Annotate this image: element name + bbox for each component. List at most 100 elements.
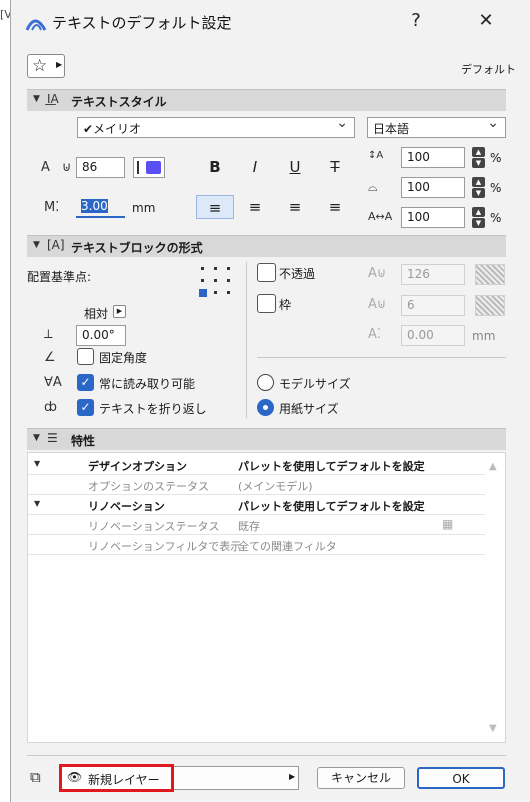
readable-icon: ∀A — [44, 375, 62, 390]
section-title: テキストブロックの形式 — [71, 241, 203, 255]
paper-size-label: 用紙サイズ — [279, 402, 339, 416]
width-factor-input[interactable]: 3.00 — [76, 197, 125, 218]
section-text-style[interactable]: ▼ I͟A テキストスタイル — [27, 89, 506, 111]
frame-pen-input: 6 — [401, 295, 465, 316]
strikethrough-button[interactable]: T — [316, 155, 354, 179]
text-size-input[interactable]: 86 — [76, 157, 125, 178]
table-row[interactable]: ▼ リノベーション パレットを使用してデフォルトを設定 — [28, 495, 485, 515]
width-factor-icon: M⁚ — [44, 200, 60, 215]
angle-input[interactable]: 0.00° — [76, 325, 126, 346]
anchor-point-grid[interactable] — [198, 264, 234, 298]
section-title: テキストスタイル — [71, 95, 167, 109]
unit-percent: % — [490, 151, 502, 165]
text-block-icon: [A] — [47, 238, 65, 252]
wrap-icon: ȸ — [44, 400, 57, 415]
ok-button[interactable]: OK — [417, 767, 505, 789]
always-readable-checkbox[interactable]: ✓ — [77, 374, 94, 391]
frame-offset-icon: A⁚ — [368, 327, 382, 342]
letter-spacing-input[interactable]: 100 — [401, 207, 465, 228]
opaque-checkbox[interactable] — [257, 263, 276, 282]
collapse-triangle-icon[interactable]: ▼ — [34, 459, 40, 468]
default-label: デフォルト — [461, 63, 516, 76]
close-button[interactable]: ✕ — [471, 10, 501, 34]
section-text-block[interactable]: ▼ [A] テキストブロックの形式 — [27, 235, 506, 257]
chevron-right-icon: ▶ — [289, 772, 296, 781]
star-icon: ☆ — [32, 56, 48, 76]
relative-label: 相対 — [84, 307, 109, 321]
help-button[interactable]: ? — [401, 10, 431, 34]
scroll-down-icon[interactable]: ▼ — [489, 723, 497, 734]
wrap-text-checkbox[interactable]: ✓ — [77, 399, 94, 416]
text-style-icon: I͟A — [47, 92, 59, 106]
title-bar: テキストのデフォルト設定 ? ✕ — [11, 0, 530, 44]
fill-pattern-swatch — [475, 264, 505, 285]
width-unit: mm — [132, 201, 156, 215]
paper-size-radio[interactable] — [257, 399, 274, 416]
align-left-button[interactable]: ≡ — [196, 195, 234, 219]
angle-icon: ⟂ — [44, 327, 53, 342]
always-readable-label: 常に読み取り可能 — [99, 377, 196, 391]
font-select[interactable]: ✔メイリオ — [77, 115, 355, 138]
collapse-triangle-icon: ▼ — [33, 94, 40, 104]
fixed-angle-label: 固定角度 — [99, 351, 148, 365]
letter-spacing-icon: A↔A — [368, 210, 393, 223]
bold-button[interactable]: B — [196, 155, 234, 179]
footer-divider — [27, 755, 506, 756]
collapse-triangle-icon: ▼ — [33, 240, 40, 250]
language-select[interactable]: 日本語 — [367, 115, 506, 138]
align-right-button[interactable]: ≡ — [276, 195, 314, 219]
properties-table: ▼ デザインオプション パレットを使用してデフォルトを設定 オプションのステータ… — [27, 452, 506, 743]
table-row[interactable]: ▼ デザインオプション パレットを使用してデフォルトを設定 — [28, 455, 485, 475]
unit-percent: % — [490, 181, 502, 195]
dialog-title: テキストのデフォルト設定 — [52, 14, 232, 32]
relative-toggle-button[interactable]: ▶ — [113, 305, 126, 318]
model-size-radio[interactable] — [257, 374, 274, 391]
underline-button[interactable]: U — [276, 155, 314, 179]
table-row[interactable]: リノベーションステータス 既存 ▦ — [28, 515, 485, 535]
line-spacing-input[interactable]: 100 — [401, 147, 465, 168]
scroll-up-icon[interactable]: ▲ — [489, 461, 497, 472]
horizontal-divider — [257, 357, 506, 358]
model-size-label: モデルサイズ — [279, 377, 351, 391]
slant-input[interactable]: 100 — [401, 177, 465, 198]
vertical-divider — [246, 262, 247, 418]
color-swatch — [146, 161, 161, 174]
line-spacing-icon: ↕A — [368, 150, 384, 161]
slant-stepper[interactable]: ▲ ▼ — [472, 177, 485, 198]
frame-checkbox[interactable] — [257, 294, 276, 313]
offset-unit: mm — [472, 329, 496, 343]
color-picker[interactable] — [133, 157, 165, 178]
fill-pen-icon: A⊍ — [368, 266, 387, 281]
frame-pen-icon: A⊍ — [368, 297, 387, 312]
frame-label: 枠 — [279, 298, 292, 312]
section-properties[interactable]: ▼ ☰ 特性 — [27, 428, 506, 450]
anchor-label: 配置基準点: — [27, 270, 92, 284]
section-title: 特性 — [71, 434, 96, 448]
cancel-button[interactable]: キャンセル — [317, 767, 405, 789]
fixed-angle-checkbox[interactable] — [77, 348, 94, 365]
collapse-triangle-icon[interactable]: ▼ — [34, 499, 40, 508]
properties-icon: ☰ — [47, 431, 58, 445]
wrap-text-label: テキストを折り返し — [99, 402, 207, 416]
align-justify-button[interactable]: ≡ — [316, 195, 354, 219]
collapse-triangle-icon: ▼ — [33, 433, 40, 443]
align-center-button[interactable]: ≡ — [236, 195, 274, 219]
frame-pattern-swatch — [475, 295, 505, 316]
scrollbar[interactable]: ▲ ▼ — [483, 453, 505, 742]
fixed-angle-icon: ∠ — [44, 350, 56, 365]
favorites-button[interactable]: ☆ ▶ — [27, 54, 65, 78]
opaque-label: 不透過 — [279, 267, 316, 281]
brick-icon: ▦ — [442, 517, 454, 531]
table-row[interactable]: オプションのステータス (メインモデル) — [28, 475, 485, 495]
italic-button[interactable]: I — [236, 155, 274, 179]
pen-icon: ⊍ — [62, 160, 72, 175]
letter-spacing-stepper[interactable]: ▲ ▼ — [472, 207, 485, 228]
highlight-box — [59, 764, 174, 792]
frame-offset-input: 0.00 — [401, 325, 465, 346]
table-row[interactable]: リノベーションフィルタで表示 全ての関連フィルタ — [28, 535, 485, 555]
line-spacing-stepper[interactable]: ▲ ▼ — [472, 147, 485, 168]
slant-icon: ⌓ — [368, 180, 378, 194]
text-size-icon: A — [41, 160, 50, 175]
chevron-right-icon: ▶ — [56, 60, 63, 69]
fill-pen-input: 126 — [401, 264, 465, 285]
